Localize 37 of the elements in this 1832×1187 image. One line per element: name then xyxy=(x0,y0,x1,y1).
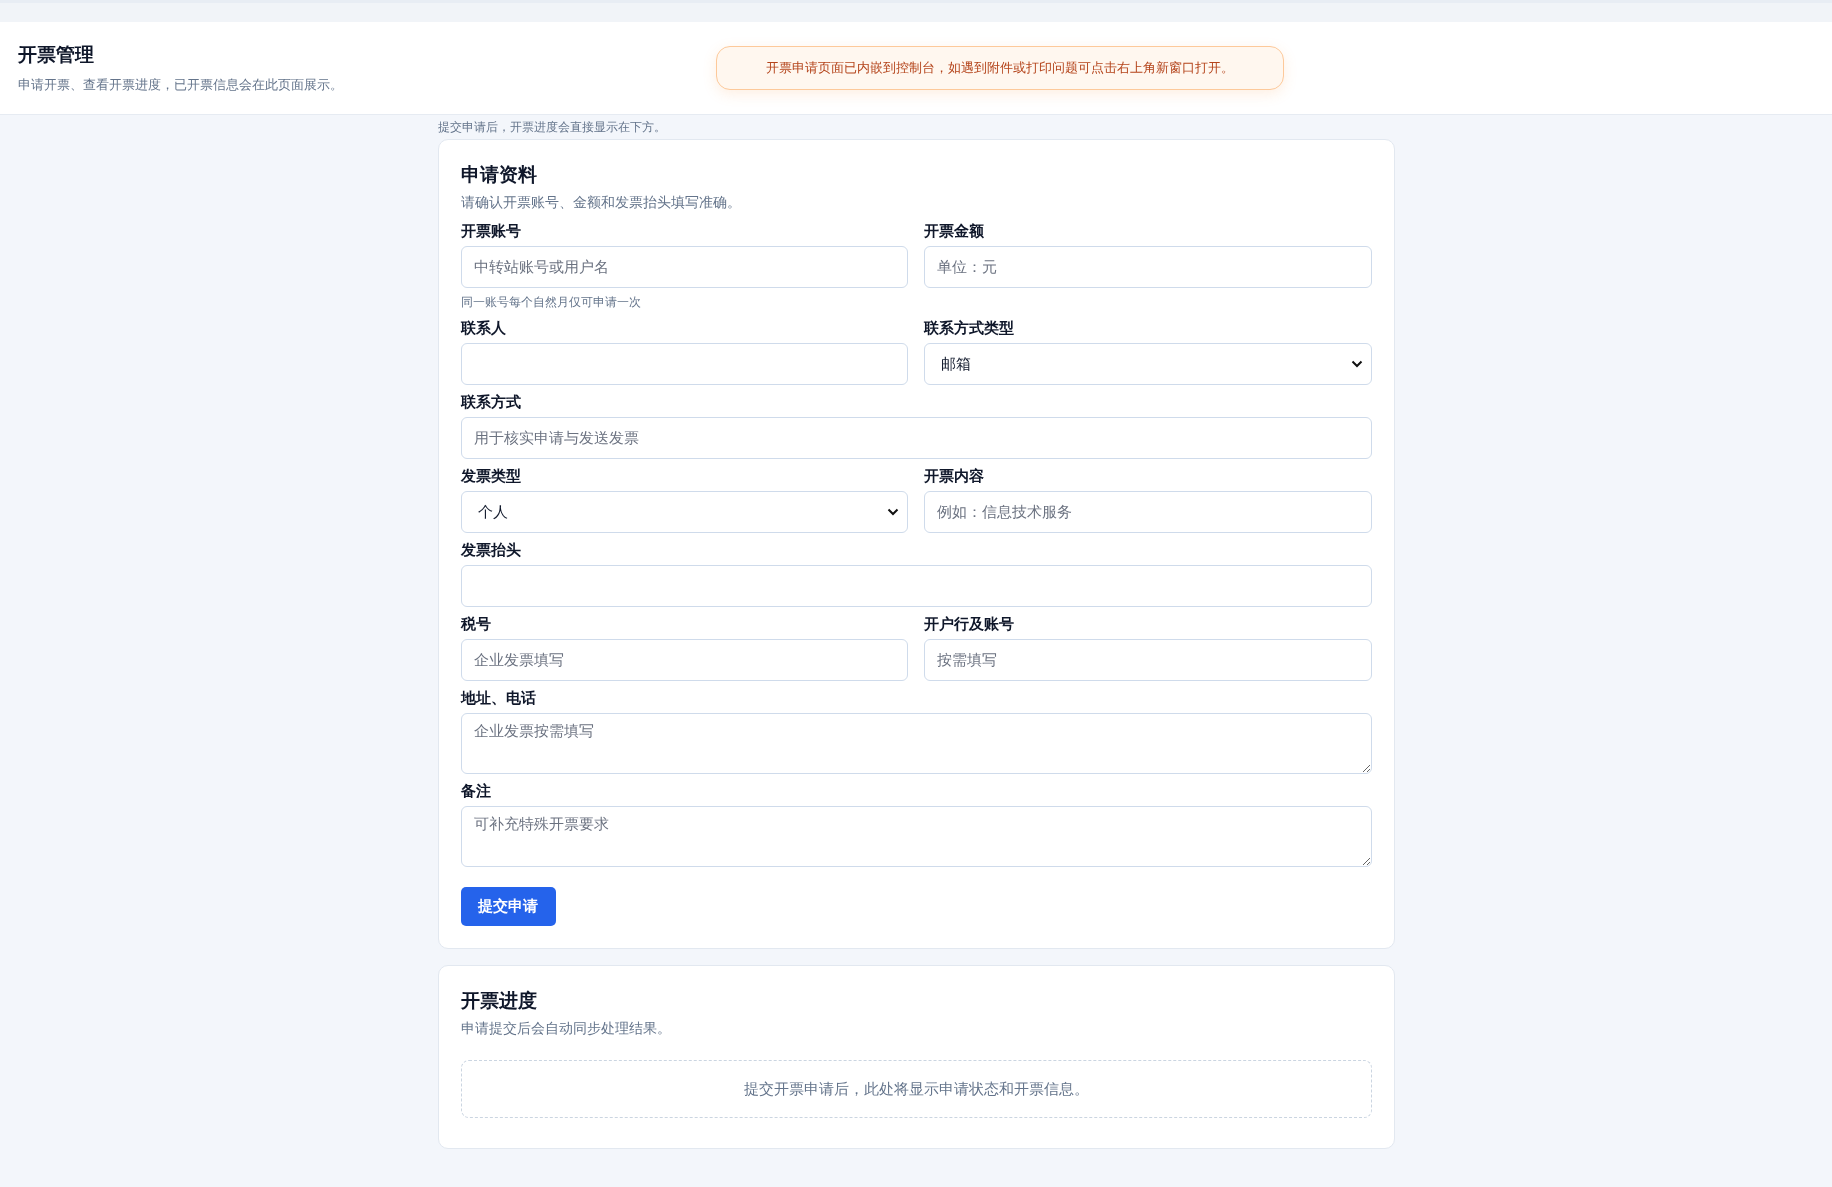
chevron-down-icon xyxy=(887,508,899,516)
field-label: 联系人 xyxy=(460,319,507,338)
field-label: 开票内容 xyxy=(924,467,985,486)
field-label: 开票金额 xyxy=(924,222,985,241)
empty-state: 提交开票申请后，此处将显示申请状态和开票信息。 xyxy=(460,1060,1372,1118)
textarea-field[interactable]: 可补充特殊开票要求 xyxy=(460,806,1372,867)
field-label: 地址、电话 xyxy=(460,689,537,708)
page-title: 开票管理 xyxy=(18,42,95,67)
field-label: 备注 xyxy=(460,782,492,801)
page-subtitle: 申请开票、查看开票进度，已开票信息会在此页面展示。 xyxy=(18,76,343,94)
textarea-field[interactable]: 企业发票按需填写 xyxy=(460,713,1372,774)
dropdown-field[interactable]: 个人 xyxy=(460,491,908,533)
input-field[interactable] xyxy=(460,565,1372,607)
notice-banner: 开票申请页面已内嵌到控制台，如遇到附件或打印问题可点击右上角新窗口打开。 xyxy=(716,46,1284,90)
chevron-down-icon xyxy=(1350,360,1363,368)
field-label: 开票账号 xyxy=(460,222,522,241)
section-title: 申请资料 xyxy=(460,162,538,187)
field-label: 联系方式 xyxy=(460,393,522,412)
field-label: 发票类型 xyxy=(460,467,522,486)
section-title: 开票进度 xyxy=(460,988,538,1013)
input-field[interactable] xyxy=(460,343,908,385)
input-field[interactable]: 用于核实申请与发送发票 xyxy=(460,417,1372,459)
input-field[interactable]: 单位：元 xyxy=(924,246,1372,288)
input-field[interactable]: 中转站账号或用户名 xyxy=(460,246,908,288)
field-hint: 同一账号每个自然月仅可申请一次 xyxy=(460,294,642,311)
section-subtitle: 申请提交后会自动同步处理结果。 xyxy=(460,1020,672,1038)
intro-text: 提交申请后，开票进度会直接显示在下方。 xyxy=(437,119,667,133)
field-label: 发票抬头 xyxy=(460,541,522,560)
field-label: 税号 xyxy=(460,615,492,634)
dropdown-field[interactable]: 邮箱 xyxy=(924,343,1372,385)
field-label: 开户行及账号 xyxy=(924,615,1015,634)
input-field[interactable]: 例如：信息技术服务 xyxy=(924,491,1372,533)
section-subtitle: 请确认开票账号、金额和发票抬头填写准确。 xyxy=(460,194,742,212)
field-label: 联系方式类型 xyxy=(924,319,1015,338)
submit-button[interactable]: 提交申请 xyxy=(460,887,556,926)
input-field[interactable]: 按需填写 xyxy=(924,639,1372,681)
input-field[interactable]: 企业发票填写 xyxy=(460,639,908,681)
